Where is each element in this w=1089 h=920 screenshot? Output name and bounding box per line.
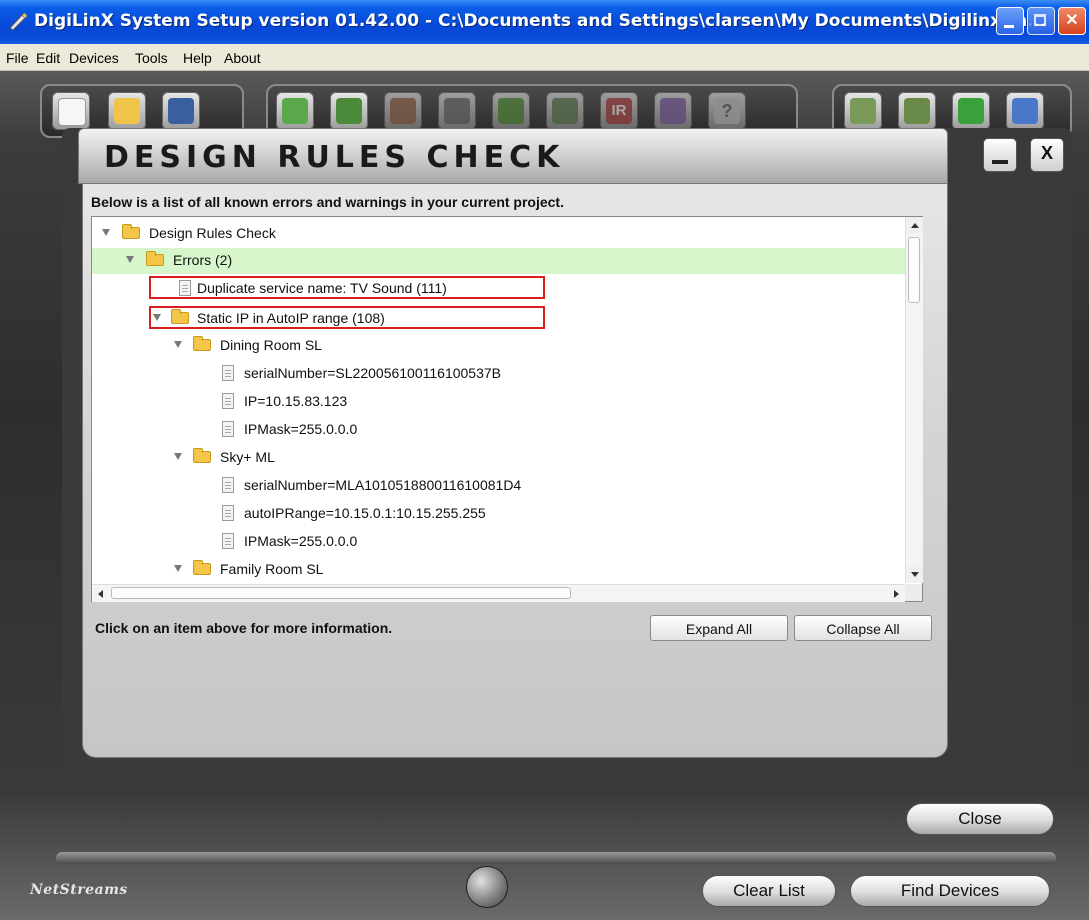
document-icon: [222, 365, 234, 381]
close-icon: ✕: [1065, 12, 1079, 29]
document-icon: [222, 477, 234, 493]
new-project-icon[interactable]: [52, 92, 90, 130]
window-titlebar: DigiLinX System Setup version 01.42.00 -…: [0, 0, 1089, 44]
folder-icon: [193, 560, 211, 575]
menu-tools[interactable]: Tools: [135, 50, 168, 66]
add-device-icon[interactable]: [276, 92, 314, 130]
app-icon: [9, 13, 27, 31]
dialog-title: DESIGN RULES CHECK: [104, 140, 565, 175]
expand-arrow-icon[interactable]: [174, 341, 182, 348]
document-icon: [222, 421, 234, 437]
window-close-button[interactable]: ✕: [1058, 7, 1086, 35]
highlight-box: [149, 306, 545, 329]
tree-row[interactable]: IP=10.15.83.123: [92, 389, 906, 415]
scroll-down-icon[interactable]: [906, 566, 923, 583]
remove-device-icon[interactable]: [330, 92, 368, 130]
folder-icon: [193, 336, 211, 351]
expand-arrow-icon[interactable]: [102, 229, 110, 236]
tree-row[interactable]: IPMask=255.0.0.0: [92, 529, 906, 555]
window-title: DigiLinX System Setup version 01.42.00 -…: [34, 11, 1047, 31]
ir-label: IR: [606, 98, 632, 124]
tree-row[interactable]: IPMask=255.0.0.0: [92, 417, 906, 443]
horizontal-scrollbar[interactable]: [92, 584, 905, 602]
scroll-thumb[interactable]: [111, 587, 571, 599]
menu-bar: File Edit Devices Tools Help About: [0, 44, 1089, 71]
tree-row[interactable]: serialNumber=MLA101051880011610081D4: [92, 473, 906, 499]
tree-row[interactable]: Dining Room SL: [92, 333, 906, 359]
tree-row[interactable]: Design Rules Check: [92, 221, 906, 247]
tree-row-label: autoIPRange=10.15.0.1:10.15.255.255: [244, 505, 486, 521]
tree-row[interactable]: Family Room SL: [92, 557, 906, 583]
netstreams-logo: NetStreams: [30, 882, 128, 898]
dialog-close-button[interactable]: X: [1030, 138, 1064, 172]
close-button[interactable]: Close: [906, 803, 1054, 835]
hint-text: Click on an item above for more informat…: [95, 620, 393, 636]
tree-row[interactable]: autoIPRange=10.15.0.1:10.15.255.255: [92, 501, 906, 527]
tree-row[interactable]: Errors (2): [92, 248, 906, 274]
wizard-icon[interactable]: [1006, 92, 1044, 130]
tree-row-label: Sky+ ML: [220, 449, 275, 465]
collapse-all-button[interactable]: Collapse All: [794, 615, 932, 641]
upload-icon[interactable]: [844, 92, 882, 130]
tree-row-label: serialNumber=SL220056100116100537B: [244, 365, 501, 381]
document-icon: [222, 533, 234, 549]
tree-row-label: IPMask=255.0.0.0: [244, 421, 358, 437]
help-icon[interactable]: ?: [708, 92, 746, 130]
tree-row[interactable]: serialNumber=SL220056100116100537B: [92, 361, 906, 387]
save-icon[interactable]: [162, 92, 200, 130]
dialog-intro-text: Below is a list of all known errors and …: [91, 194, 564, 210]
folder-icon: [122, 224, 140, 239]
scroll-right-icon[interactable]: [888, 585, 905, 602]
menu-file[interactable]: File: [6, 50, 29, 66]
tree-row-label: serialNumber=MLA101051880011610081D4: [244, 477, 522, 493]
tree-row-label: IP=10.15.83.123: [244, 393, 348, 409]
folder-icon: [193, 448, 211, 463]
ir-icon[interactable]: IR: [600, 92, 638, 130]
expand-arrow-icon[interactable]: [174, 453, 182, 460]
menu-edit[interactable]: Edit: [36, 50, 60, 66]
tree-row[interactable]: Sky+ ML: [92, 445, 906, 471]
refresh-icon[interactable]: [654, 92, 692, 130]
device-tool-icon[interactable]: [384, 92, 422, 130]
clear-list-button[interactable]: Clear List: [702, 875, 836, 907]
menu-about[interactable]: About: [224, 50, 261, 66]
expand-arrow-icon[interactable]: [126, 256, 134, 263]
bottom-strip: [56, 852, 1056, 864]
folder-icon: [146, 251, 164, 266]
orb-icon: [466, 866, 508, 908]
find-devices-button[interactable]: Find Devices: [850, 875, 1050, 907]
wrench-tool-icon[interactable]: [546, 92, 584, 130]
tree-row-label: Errors (2): [173, 252, 233, 268]
menu-help[interactable]: Help: [183, 50, 212, 66]
arrow-tool-icon[interactable]: [492, 92, 530, 130]
scroll-thumb[interactable]: [908, 237, 920, 303]
design-rules-tree[interactable]: Design Rules Check Errors (2) Duplicate …: [91, 216, 923, 602]
transfer-icon[interactable]: [898, 92, 936, 130]
help-label: ?: [714, 98, 740, 124]
scroll-up-icon[interactable]: [906, 217, 923, 234]
open-folder-icon[interactable]: [108, 92, 146, 130]
tree-row-label: Family Room SL: [220, 561, 324, 577]
highlight-box: [149, 276, 545, 299]
scroll-corner: [905, 584, 922, 601]
disabled-tool-icon[interactable]: [438, 92, 476, 130]
document-icon: [222, 505, 234, 521]
close-icon: X: [1040, 143, 1053, 163]
dialog-minimize-button[interactable]: [983, 138, 1017, 172]
document-icon: [222, 393, 234, 409]
scroll-left-icon[interactable]: [92, 585, 109, 602]
window-maximize-button[interactable]: [1027, 7, 1055, 35]
window-minimize-button[interactable]: [996, 7, 1024, 35]
expand-arrow-icon[interactable]: [174, 565, 182, 572]
vertical-scrollbar[interactable]: [905, 217, 923, 583]
download-icon[interactable]: [952, 92, 990, 130]
tree-row-label: IPMask=255.0.0.0: [244, 533, 358, 549]
tree-row-label: Design Rules Check: [149, 225, 276, 241]
menu-devices[interactable]: Devices: [69, 50, 119, 66]
tree-row-label: Dining Room SL: [220, 337, 322, 353]
expand-all-button[interactable]: Expand All: [650, 615, 788, 641]
